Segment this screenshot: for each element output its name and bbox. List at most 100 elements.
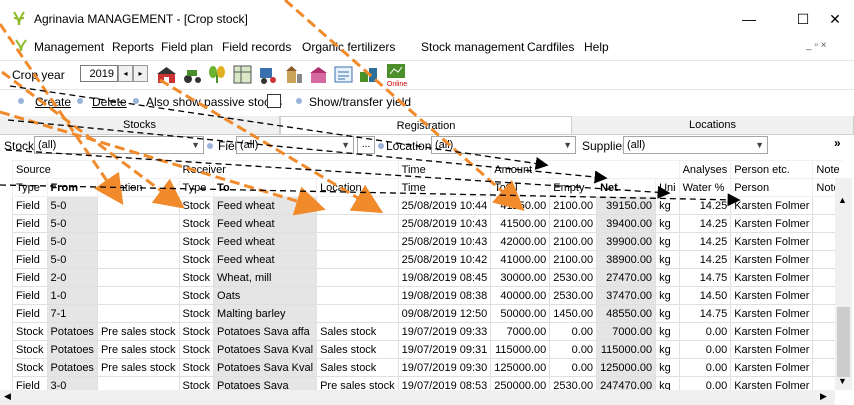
close-button[interactable]: ✕: [820, 8, 850, 30]
table-cell[interactable]: Karsten Folmer: [730, 322, 814, 341]
table-cell[interactable]: Potatoes: [46, 340, 98, 359]
table-cell[interactable]: 7000.00: [596, 322, 657, 341]
table-cell[interactable]: Karsten Folmer: [730, 250, 814, 269]
table-cell[interactable]: [96, 304, 180, 323]
crop-year-prev-button[interactable]: ◂: [118, 65, 133, 82]
scroll-right-icon[interactable]: ▶: [820, 391, 827, 402]
table-cell[interactable]: 19/08/2019 08:45: [397, 268, 492, 287]
stock-filter-select[interactable]: (all) ▼: [34, 136, 204, 154]
tab-registration[interactable]: Registration: [280, 116, 572, 134]
table-cell[interactable]: 40000.00: [490, 286, 551, 305]
table-cell[interactable]: Field: [12, 196, 48, 215]
tab-stocks[interactable]: Stocks: [0, 116, 280, 134]
table-cell[interactable]: 5-0: [46, 250, 98, 269]
table-cell[interactable]: Karsten Folmer: [730, 340, 814, 359]
table-cell[interactable]: [96, 250, 180, 269]
table-cell[interactable]: Pre sales stock: [96, 340, 180, 359]
table-cell[interactable]: 25/08/2019 10:43: [397, 214, 492, 233]
table-cell[interactable]: Feed wheat: [213, 214, 318, 233]
table-cell[interactable]: 38900.00: [596, 250, 657, 269]
table-cell[interactable]: 0.00: [549, 340, 598, 359]
menu-field-records[interactable]: Field records: [222, 40, 291, 54]
table-cell[interactable]: Karsten Folmer: [730, 304, 814, 323]
table-cell[interactable]: 1450.00: [549, 304, 598, 323]
table-cell[interactable]: Stock: [178, 232, 215, 251]
column-header[interactable]: Person: [730, 178, 814, 197]
table-cell[interactable]: Karsten Folmer: [730, 214, 814, 233]
table-cell[interactable]: kg: [655, 304, 680, 323]
column-header[interactable]: Uni: [655, 178, 680, 197]
column-header[interactable]: Net: [596, 178, 657, 197]
table-cell[interactable]: Field: [12, 214, 48, 233]
table-cell[interactable]: Malting barley: [213, 304, 318, 323]
location-filter-select[interactable]: (all) ▼: [431, 136, 576, 154]
table-cell[interactable]: kg: [655, 250, 680, 269]
column-header[interactable]: Location: [96, 178, 180, 197]
table-cell[interactable]: Stock: [178, 196, 215, 215]
table-cell[interactable]: 0.00: [678, 322, 732, 341]
table-cell[interactable]: Stock: [178, 250, 215, 269]
table-cell[interactable]: Potatoes: [46, 358, 98, 377]
supplier-filter-select[interactable]: (all) ▼: [623, 136, 768, 154]
table-cell[interactable]: 115000.00: [596, 340, 657, 359]
table-cell[interactable]: 14.50: [678, 286, 732, 305]
table-cell[interactable]: Stock: [12, 340, 48, 359]
create-button[interactable]: Create: [35, 95, 71, 109]
field-filter-ellipsis-button[interactable]: ...: [357, 136, 375, 154]
column-header[interactable]: Type: [178, 178, 215, 197]
table-cell[interactable]: 5-0: [46, 232, 98, 251]
table-cell[interactable]: 14.25: [678, 214, 732, 233]
table-row[interactable]: Stock Potatoes Pre sales stock Stock Potatoe…: [12, 322, 842, 341]
table-cell[interactable]: kg: [655, 322, 680, 341]
table-cell[interactable]: kg: [655, 232, 680, 251]
column-header[interactable]: Water %: [678, 178, 732, 197]
storage-shed-icon[interactable]: [308, 64, 329, 85]
table-cell[interactable]: 14.25: [678, 232, 732, 251]
table-cell[interactable]: [96, 286, 180, 305]
column-header[interactable]: Time: [397, 178, 492, 197]
table-cell[interactable]: Stock: [178, 286, 215, 305]
table-cell[interactable]: Feed wheat: [213, 232, 318, 251]
fertilizer-spreader-icon[interactable]: [258, 64, 279, 85]
table-cell[interactable]: 39150.00: [596, 196, 657, 215]
table-cell[interactable]: 09/08/2019 12:50: [397, 304, 492, 323]
scroll-left-icon[interactable]: ◀: [4, 391, 11, 402]
table-cell[interactable]: [316, 232, 399, 251]
table-cell[interactable]: 14.25: [678, 250, 732, 269]
table-cell[interactable]: 50000.00: [490, 304, 551, 323]
table-cell[interactable]: 19/07/2019 09:33: [397, 322, 492, 341]
table-cell[interactable]: 14.75: [678, 304, 732, 323]
menu-stock-management[interactable]: Stock management: [421, 40, 524, 54]
field-filter-select[interactable]: (all) ▼: [236, 136, 354, 154]
column-header[interactable]: From: [46, 178, 98, 197]
table-cell[interactable]: 5-0: [46, 214, 98, 233]
table-cell[interactable]: 41500.00: [490, 214, 551, 233]
table-cell[interactable]: 48550.00: [596, 304, 657, 323]
table-cell[interactable]: 25/08/2019 10:42: [397, 250, 492, 269]
table-cell[interactable]: 25/08/2019 10:43: [397, 232, 492, 251]
table-cell[interactable]: 14.75: [678, 268, 732, 287]
delete-button[interactable]: Delete: [92, 95, 127, 109]
table-cell[interactable]: Karsten Folmer: [730, 358, 814, 377]
table-cell[interactable]: 2530.00: [549, 268, 598, 287]
table-cell[interactable]: Potatoes Sava Kval: [213, 358, 318, 377]
table-cell[interactable]: 39900.00: [596, 232, 657, 251]
field-map-icon[interactable]: [232, 64, 253, 85]
table-cell[interactable]: Stock: [12, 358, 48, 377]
table-cell[interactable]: [96, 232, 180, 251]
scroll-up-icon[interactable]: ▲: [838, 195, 847, 205]
show-transfer-yield-button[interactable]: Show/transfer yield: [309, 95, 411, 109]
stock-silo-icon[interactable]: [283, 64, 304, 85]
more-filters-button[interactable]: »: [834, 136, 841, 150]
column-header[interactable]: Type: [12, 178, 48, 197]
table-cell[interactable]: [316, 304, 399, 323]
table-cell[interactable]: Stock: [178, 214, 215, 233]
tractor-icon[interactable]: [182, 64, 203, 85]
table-cell[interactable]: Wheat, mill: [213, 268, 318, 287]
table-cell[interactable]: Stock: [178, 322, 215, 341]
table-cell[interactable]: Stock: [178, 304, 215, 323]
table-cell[interactable]: 0.00: [678, 340, 732, 359]
table-cell[interactable]: kg: [655, 340, 680, 359]
table-cell[interactable]: [316, 214, 399, 233]
menu-cardfiles[interactable]: Cardfiles: [527, 40, 574, 54]
